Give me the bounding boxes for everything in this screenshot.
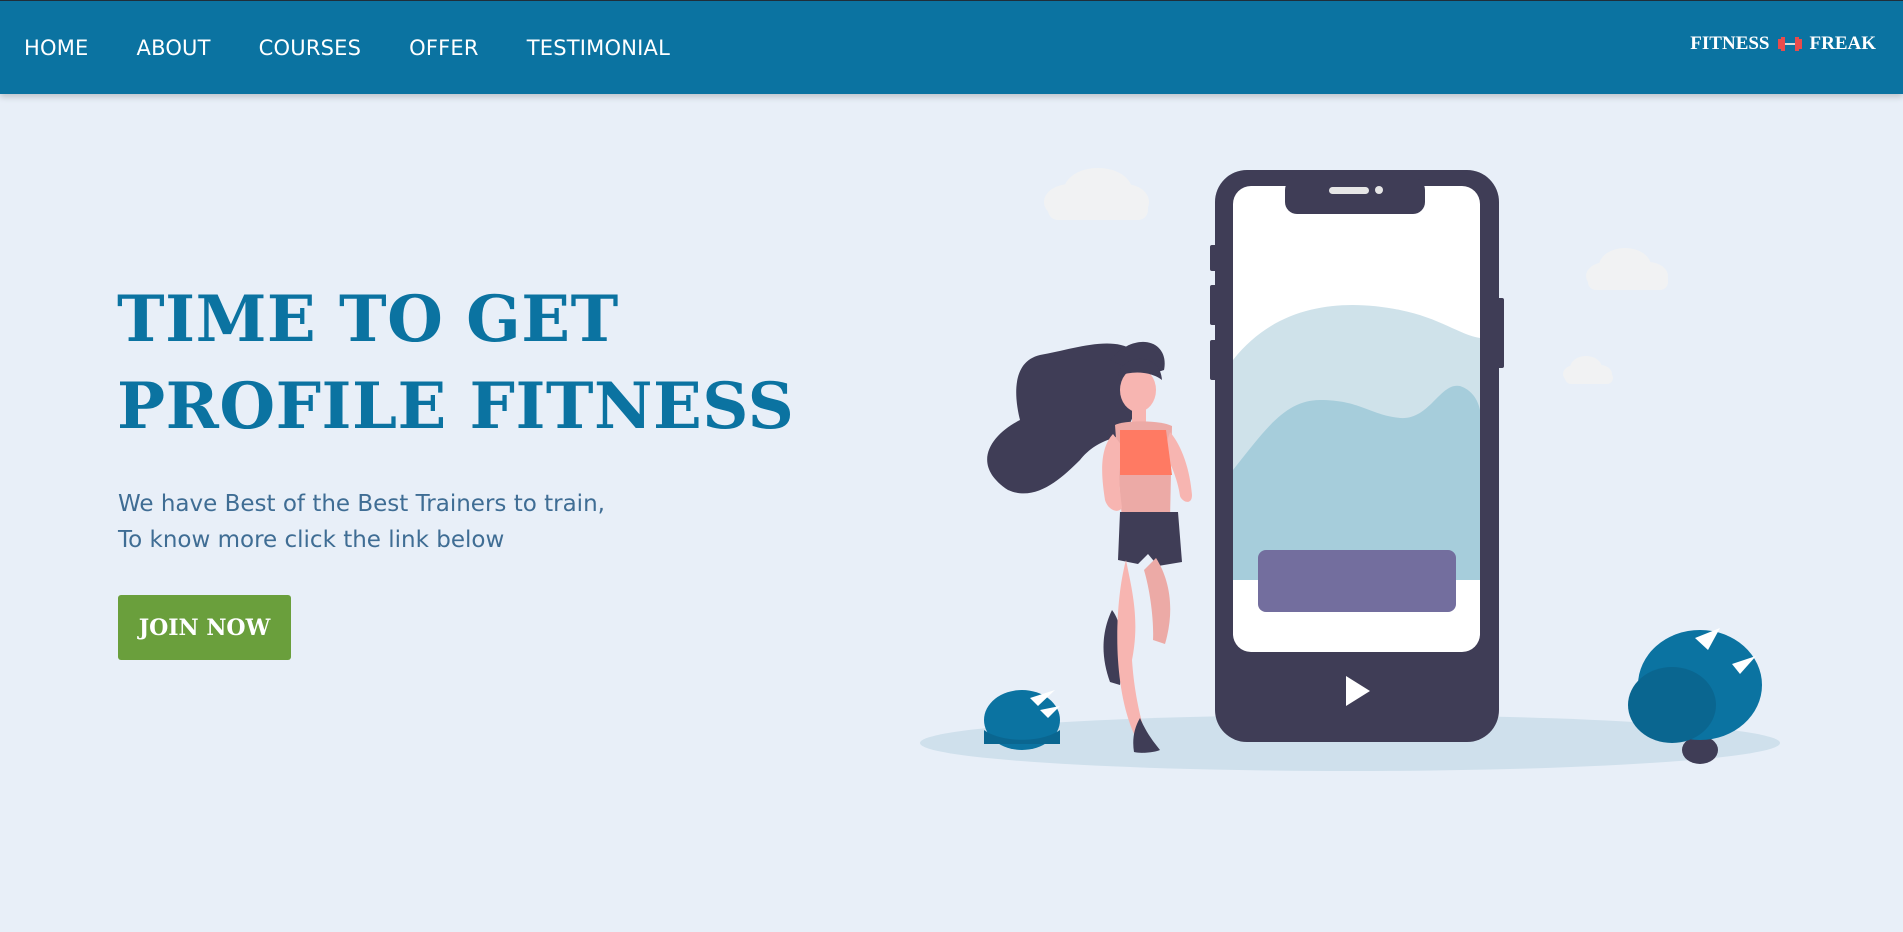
- nav-links: HOME ABOUT COURSES OFFER TESTIMONIAL: [24, 1, 670, 95]
- hero-description: We have Best of the Best Trainers to tra…: [118, 486, 605, 558]
- hero-illustration: [920, 150, 1800, 790]
- top-navbar: HOME ABOUT COURSES OFFER TESTIMONIAL FIT…: [0, 0, 1903, 94]
- hero-text-line2: To know more click the link below: [118, 527, 505, 553]
- cloud-icon: [1563, 356, 1613, 384]
- dumbbell-icon: [1776, 35, 1804, 53]
- nav-item-testimonial[interactable]: TESTIMONIAL: [527, 36, 670, 60]
- hero-title-line2: PROFILE FITNESS: [117, 369, 795, 444]
- brand-logo[interactable]: FITNESS FREAK: [1690, 33, 1876, 55]
- hero-text-line1: We have Best of the Best Trainers to tra…: [118, 491, 605, 517]
- brand-text-right: FREAK: [1809, 33, 1877, 54]
- fitness-illustration: [920, 168, 1780, 771]
- bush-icon: [984, 690, 1060, 750]
- join-now-button[interactable]: JOIN NOW: [118, 595, 291, 660]
- hero-title-line1: TIME TO GET: [117, 282, 619, 357]
- screen-button: [1258, 550, 1456, 612]
- nav-item-home[interactable]: HOME: [24, 36, 89, 60]
- cloud-icon: [1586, 248, 1668, 290]
- nav-item-about[interactable]: ABOUT: [137, 36, 211, 60]
- hero-title: TIME TO GET PROFILE FITNESS: [117, 276, 794, 450]
- nav-item-offer[interactable]: OFFER: [409, 36, 479, 60]
- brand-text-left: FITNESS: [1690, 33, 1770, 54]
- phone-illustration: [1210, 170, 1504, 742]
- cloud-icon: [1044, 168, 1149, 220]
- nav-item-courses[interactable]: COURSES: [259, 36, 361, 60]
